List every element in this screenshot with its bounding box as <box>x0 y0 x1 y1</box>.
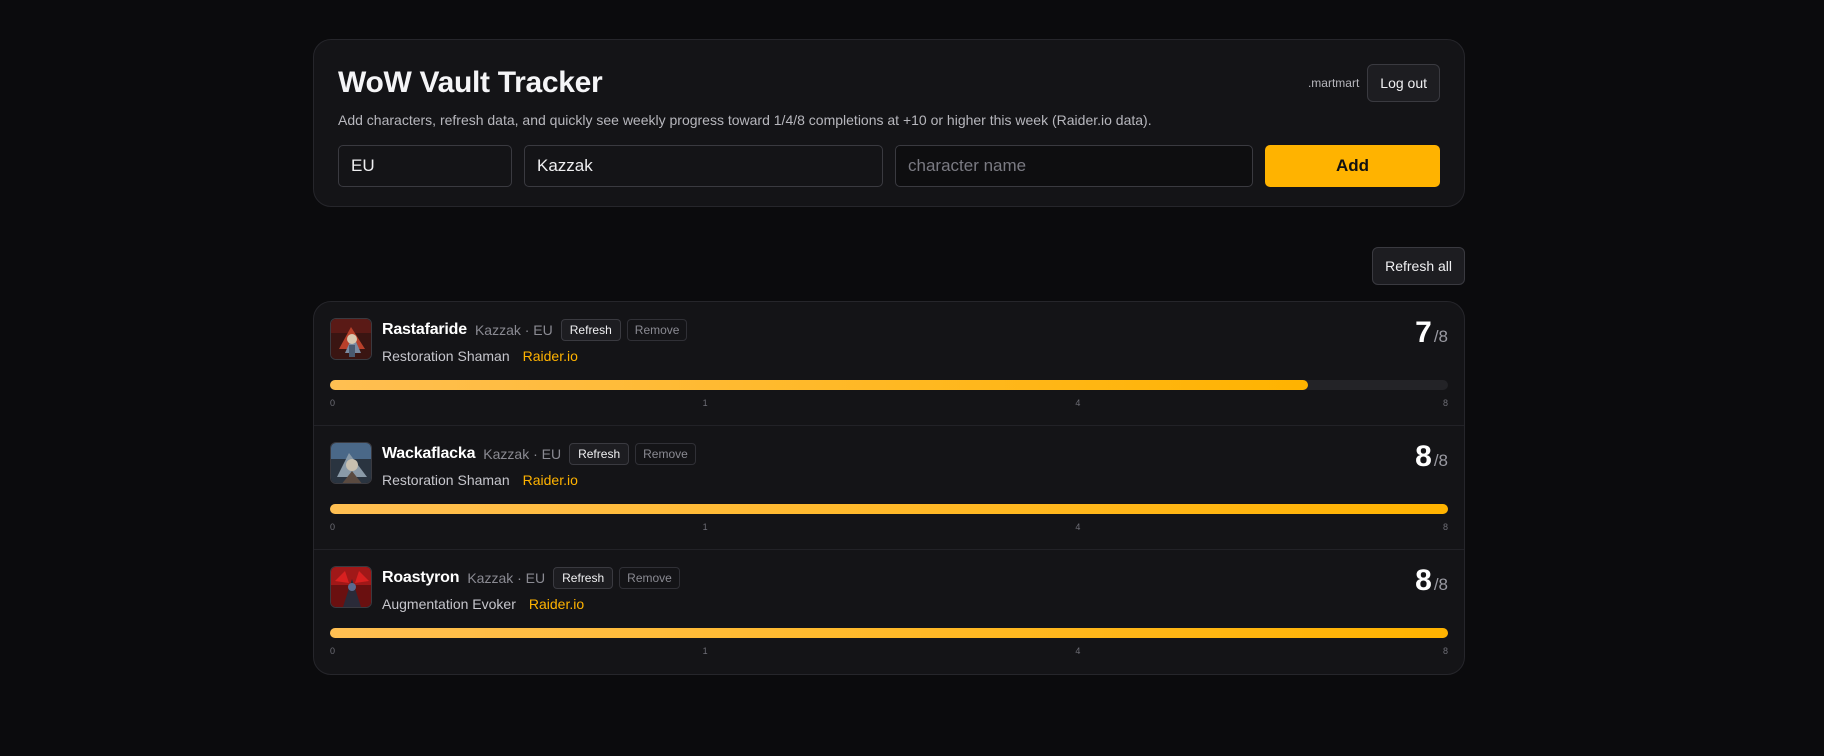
tick-label: 0 <box>330 398 336 408</box>
tick-label: 1 <box>702 646 708 656</box>
shaman-avatar-icon <box>330 318 372 360</box>
list-toolbar: Refresh all <box>313 247 1465 285</box>
header-card: WoW Vault Tracker Add characters, refres… <box>313 39 1465 207</box>
score-value: 8 <box>1415 440 1432 473</box>
vault-score: 7 /8 <box>1415 316 1448 350</box>
raiderio-link[interactable]: Raider.io <box>529 596 584 612</box>
logout-button[interactable]: Log out <box>1367 64 1440 102</box>
character-realm: Kazzak · EU <box>467 570 546 586</box>
tick-label: 4 <box>1075 398 1081 408</box>
shaman-avatar-icon <box>330 442 372 484</box>
character-name-input[interactable] <box>895 145 1253 187</box>
tick-label: 4 <box>1075 522 1081 532</box>
progress-bar <box>330 504 1448 514</box>
region-input[interactable] <box>338 145 512 187</box>
tick-label: 1 <box>702 398 708 408</box>
refresh-all-button[interactable]: Refresh all <box>1372 247 1465 285</box>
character-spec: Restoration Shaman <box>382 348 510 364</box>
character-name: Rastafaride <box>382 321 467 338</box>
tick-label: 4 <box>1075 646 1081 656</box>
progress-ticks: 0 1 4 8 <box>330 398 1448 410</box>
score-total: /8 <box>1433 451 1448 470</box>
progress-bar-fill <box>330 380 1309 390</box>
tick-label: 1 <box>702 522 708 532</box>
app-container: WoW Vault Tracker Add characters, refres… <box>313 39 1465 675</box>
character-realm: Kazzak · EU <box>483 446 562 462</box>
refresh-character-button[interactable]: Refresh <box>569 443 630 465</box>
character-name: Wackaflacka <box>382 445 476 462</box>
tick-label: 0 <box>330 522 336 532</box>
character-row: Wackaflacka Kazzak · EU Refresh Remove R… <box>314 426 1464 550</box>
tick-label: 8 <box>1442 646 1448 656</box>
remove-character-button[interactable]: Remove <box>626 319 688 341</box>
user-area: .martmart Log out <box>1308 64 1440 102</box>
character-spec: Augmentation Evoker <box>382 596 516 612</box>
vault-score: 8 /8 <box>1415 564 1448 598</box>
tick-label: 8 <box>1442 522 1448 532</box>
character-row: Roastyron Kazzak · EU Refresh Remove Aug… <box>314 550 1464 674</box>
character-spec: Restoration Shaman <box>382 472 510 488</box>
refresh-character-button[interactable]: Refresh <box>553 567 614 589</box>
character-row: Rastafaride Kazzak · EU Refresh Remove R… <box>314 302 1464 426</box>
character-info: Wackaflacka Kazzak · EU Refresh Remove R… <box>382 442 696 489</box>
score-value: 7 <box>1415 316 1432 349</box>
remove-character-button[interactable]: Remove <box>619 567 680 589</box>
vault-score: 8 /8 <box>1415 440 1448 474</box>
score-value: 8 <box>1415 564 1432 597</box>
username-label: .martmart <box>1307 76 1360 90</box>
page-subtitle: Add characters, refresh data, and quickl… <box>338 112 1152 128</box>
tick-label: 0 <box>330 646 336 656</box>
realm-input[interactable] <box>524 145 883 187</box>
add-button[interactable]: Add <box>1265 145 1440 187</box>
evoker-avatar-icon <box>330 566 372 608</box>
character-list: Rastafaride Kazzak · EU Refresh Remove R… <box>313 301 1465 675</box>
progress-bar <box>330 380 1448 390</box>
progress-ticks: 0 1 4 8 <box>330 646 1448 658</box>
progress-bar <box>330 628 1448 638</box>
progress-bar-fill <box>330 628 1448 638</box>
score-total: /8 <box>1433 575 1448 594</box>
character-info: Roastyron Kazzak · EU Refresh Remove Aug… <box>382 566 680 613</box>
tick-label: 8 <box>1442 398 1448 408</box>
character-name: Roastyron <box>382 569 460 586</box>
add-character-form: Add <box>338 145 1440 187</box>
character-info: Rastafaride Kazzak · EU Refresh Remove R… <box>382 318 688 365</box>
page-title: WoW Vault Tracker <box>338 66 603 99</box>
remove-character-button[interactable]: Remove <box>635 443 696 465</box>
score-total: /8 <box>1433 327 1448 346</box>
raiderio-link[interactable]: Raider.io <box>523 348 578 364</box>
character-realm: Kazzak · EU <box>474 322 553 338</box>
progress-ticks: 0 1 4 8 <box>330 522 1448 534</box>
progress-bar-fill <box>330 504 1448 514</box>
refresh-character-button[interactable]: Refresh <box>560 319 621 341</box>
raiderio-link[interactable]: Raider.io <box>523 472 578 488</box>
